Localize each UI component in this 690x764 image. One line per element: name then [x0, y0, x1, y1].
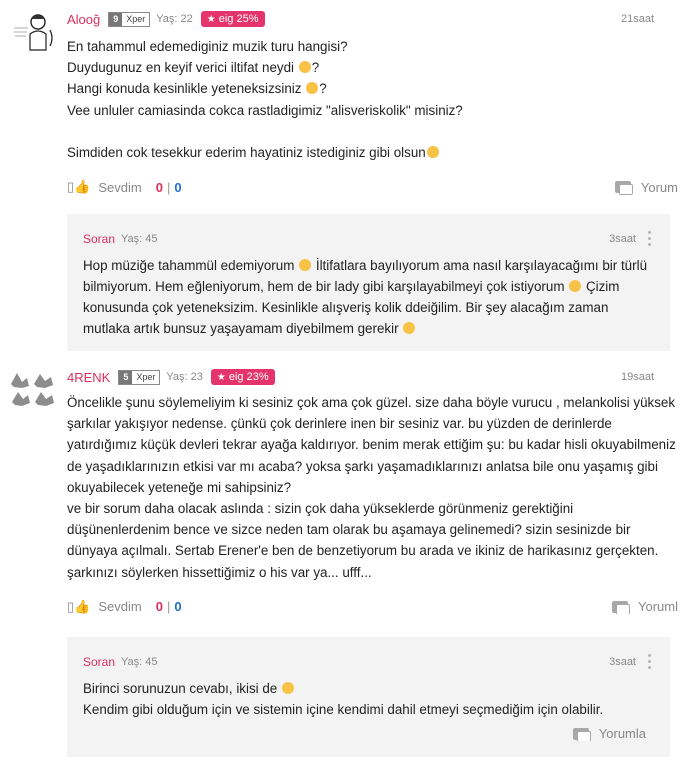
comment-text: Öncelikle şunu söylemeliyim ki sesiniz ç…: [67, 392, 679, 583]
more-vertical-icon[interactable]: [648, 654, 652, 669]
replier-age: Yaş: 45: [121, 656, 158, 668]
smiley-emoji: [426, 145, 439, 158]
eig-badge: ★ eig 23%: [210, 369, 275, 385]
username-link[interactable]: Alooğ: [67, 12, 100, 27]
like-button[interactable]: Sevdim: [98, 599, 141, 614]
replier-age: Yaş: 45: [121, 233, 158, 245]
reply-label: Yorum: [640, 179, 678, 195]
replier-username[interactable]: Soran: [83, 655, 115, 669]
comment-text: En tahammul edemediginiz muzik turu hang…: [67, 36, 678, 163]
smiley-emoji: [299, 259, 312, 271]
divider: |: [166, 179, 171, 195]
username-link[interactable]: 4RENK: [67, 370, 110, 385]
like-button[interactable]: Sevdim: [98, 180, 141, 195]
divider: |: [166, 599, 171, 615]
eig-badge: ★ eig 25%: [200, 11, 265, 27]
reply-line: Birinci sorunuzun cevabı, ikisi de: [83, 681, 278, 696]
smiley-emoji: [306, 82, 319, 95]
reply-label: Yorumla: [598, 726, 646, 741]
comment: 4RENK 5 Xper Yaş: 23 ★ eig 23% 19saat Ön…: [0, 366, 690, 626]
replier-username[interactable]: Soran: [83, 232, 115, 246]
reply-timestamp: 3saat: [609, 656, 636, 668]
reply-button[interactable]: Yorum: [614, 179, 678, 195]
smiley-emoji: [403, 322, 416, 334]
level-number: 9: [109, 12, 123, 26]
comment-line: En tahammul edemediginiz muzik turu hang…: [67, 39, 348, 54]
comment-bubbles-icon: [614, 181, 633, 195]
user-avatar[interactable]: [12, 10, 56, 54]
reply-text: Birinci sorunuzun cevabı, ikisi de Kendi…: [83, 678, 658, 720]
comment-bubbles-icon: [572, 727, 591, 741]
level-label: Xper: [122, 12, 150, 26]
reply-button[interactable]: Yorumla: [572, 726, 646, 741]
dislike-count: 0: [174, 179, 182, 195]
user-age: Yaş: 23: [166, 371, 203, 383]
timestamp: 21saat: [620, 13, 654, 25]
punctuation: ?: [311, 60, 320, 76]
smiley-emoji: [298, 61, 311, 74]
dislike-count: 0: [174, 599, 182, 615]
comment-line: Hangi konuda kesinlikle yeteneksizsiniz: [67, 81, 302, 97]
reply-box: Soran Yaş: 45 3saat Birinci sorunuzun ce…: [67, 637, 670, 757]
reply-label: Yoruml: [638, 599, 678, 615]
reply-text: Hop müziğe tahammül edemiyorum İltifatla…: [83, 255, 658, 339]
like-count: 0: [155, 179, 163, 195]
smiley-emoji: [282, 682, 294, 694]
like-count: 0: [155, 599, 163, 615]
reply-button[interactable]: Yoruml: [612, 599, 678, 615]
star-icon: ★: [206, 13, 216, 25]
reply-line: Hop müziğe tahammül edemiyorum: [83, 258, 295, 273]
comment-paragraph: Öncelikle şunu söylemeliyim ki sesiniz ç…: [67, 395, 676, 580]
smiley-emoji: [569, 280, 582, 292]
xper-level-badge: 5 Xper: [118, 369, 161, 385]
comment-line: Simdiden cok tesekkur ederim hayatiniz i…: [67, 144, 426, 160]
comment-line: Duydugunuz en keyif verici iltifat neydi: [67, 60, 295, 76]
reply-box: Soran Yaş: 45 3saat Hop müziğe tahammül …: [67, 214, 670, 351]
xper-level-badge: 9 Xper: [108, 11, 151, 27]
star-icon: ★: [216, 371, 226, 383]
user-avatar[interactable]: [8, 368, 56, 412]
level-number: 5: [119, 370, 133, 384]
comment-line: Vee unluler camiasinda cokca rastladigim…: [67, 102, 463, 118]
eig-value: eig 25%: [218, 13, 259, 25]
thumbs-up-icon[interactable]: ▯👍: [67, 179, 90, 195]
comment-bubbles-icon: [612, 600, 631, 615]
eig-value: eig 23%: [228, 371, 269, 383]
reply-line: Kendim gibi olduğum için ve sistemin içi…: [83, 702, 604, 717]
thumbs-up-icon[interactable]: ▯👍: [67, 599, 90, 615]
level-label: Xper: [132, 370, 160, 384]
reply-timestamp: 3saat: [609, 233, 636, 245]
punctuation: ?: [319, 81, 327, 97]
user-age: Yaş: 22: [156, 13, 193, 25]
more-vertical-icon[interactable]: [648, 231, 652, 246]
timestamp: 19saat: [620, 371, 654, 383]
